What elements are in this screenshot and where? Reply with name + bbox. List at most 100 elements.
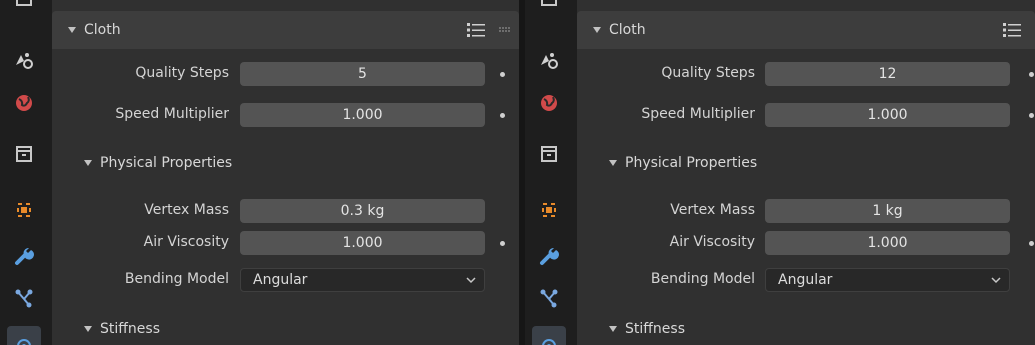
quality-steps-row: Quality Steps 5: [52, 62, 519, 86]
tab-world[interactable]: [7, 85, 41, 121]
subpanel-title: Stiffness: [625, 321, 685, 337]
scene-icon: [16, 53, 33, 69]
tab-collection[interactable]: [532, 136, 566, 172]
tab-particles[interactable]: [7, 280, 41, 316]
bending-model-dropdown[interactable]: Angular: [240, 268, 485, 292]
world-icon: [541, 95, 557, 111]
speed-multiplier-field[interactable]: 1.000: [240, 103, 485, 127]
tab-view-layer[interactable]: [7, 0, 41, 18]
panel-title: Cloth: [609, 22, 646, 38]
view-layer-icon: [16, 0, 32, 6]
vertex-mass-field[interactable]: 0.3 kg: [240, 199, 485, 223]
collapse-triangle-icon: [609, 160, 617, 166]
stiffness-header[interactable]: Stiffness: [52, 310, 519, 345]
keyframe-dot-icon[interactable]: [1029, 72, 1034, 77]
list-icon[interactable]: [1003, 22, 1021, 38]
bending-model-label: Bending Model: [650, 271, 755, 287]
stiffness-header[interactable]: Stiffness: [577, 310, 1035, 345]
object-icon: [542, 203, 556, 217]
quality-steps-label: Quality Steps: [135, 65, 229, 81]
bending-model-value: Angular: [253, 272, 308, 288]
object-icon: [17, 203, 31, 217]
collapse-triangle-icon: [609, 326, 617, 332]
physical-properties-header[interactable]: Physical Properties: [577, 144, 1035, 182]
keyframe-dot-icon[interactable]: [500, 72, 505, 77]
tab-view-layer[interactable]: [532, 0, 566, 18]
collapse-triangle-icon: [593, 27, 601, 33]
tab-scene[interactable]: [7, 42, 41, 78]
collection-icon: [16, 146, 32, 162]
chevron-down-icon: [466, 277, 476, 284]
properties-editor-left: Cloth Quality Steps 5 Speed Multiplier 1…: [0, 0, 519, 345]
world-icon: [16, 95, 32, 111]
physics-icon: [17, 339, 31, 345]
list-icon[interactable]: [467, 22, 485, 38]
subpanel-title: Physical Properties: [625, 155, 758, 171]
collapse-triangle-icon: [84, 160, 92, 166]
tab-object[interactable]: [7, 192, 41, 228]
speed-multiplier-field[interactable]: 1.000: [765, 103, 1010, 127]
quality-steps-field[interactable]: 5: [240, 62, 485, 86]
vertex-mass-field[interactable]: 1 kg: [765, 199, 1010, 223]
speed-multiplier-row: Speed Multiplier 1.000: [52, 103, 519, 127]
bending-model-row: Bending Model Angular: [577, 268, 1035, 292]
speed-multiplier-row: Speed Multiplier 1.000: [577, 103, 1035, 127]
keyframe-dot-icon[interactable]: [500, 113, 505, 118]
scene-icon: [541, 53, 558, 69]
air-viscosity-label: Air Viscosity: [143, 234, 229, 250]
vertex-mass-label: Vertex Mass: [144, 202, 229, 218]
keyframe-dot-icon[interactable]: [500, 241, 505, 246]
modifier-icon: [15, 247, 34, 265]
cloth-panel: Cloth Quality Steps 5 Speed Multiplier 1…: [52, 0, 519, 345]
panel-title: Cloth: [84, 22, 121, 38]
vertex-mass-row: Vertex Mass 0.3 kg: [52, 199, 519, 223]
properties-tab-column: [525, 0, 577, 345]
physics-icon: [542, 339, 556, 345]
speed-multiplier-label: Speed Multiplier: [115, 106, 229, 122]
chevron-down-icon: [991, 277, 1001, 284]
air-viscosity-label: Air Viscosity: [669, 234, 755, 250]
collection-icon: [541, 146, 557, 162]
tab-particles[interactable]: [532, 280, 566, 316]
subpanel-title: Stiffness: [100, 321, 160, 337]
cloth-panel-header[interactable]: Cloth: [52, 11, 519, 49]
quality-steps-label: Quality Steps: [661, 65, 755, 81]
cloth-panel: Cloth Quality Steps 12 Speed Multiplier …: [577, 0, 1035, 345]
modifier-icon: [540, 247, 559, 265]
properties-tab-column: [0, 0, 52, 345]
vertex-mass-label: Vertex Mass: [670, 202, 755, 218]
tab-collection[interactable]: [7, 136, 41, 172]
air-viscosity-row: Air Viscosity 1.000: [577, 231, 1035, 255]
collapse-triangle-icon: [68, 27, 76, 33]
tab-physics[interactable]: [7, 326, 41, 345]
air-viscosity-field[interactable]: 1.000: [240, 231, 485, 255]
cloth-panel-header[interactable]: Cloth: [577, 11, 1035, 49]
air-viscosity-field[interactable]: 1.000: [765, 231, 1010, 255]
subpanel-title: Physical Properties: [100, 155, 233, 171]
tab-world[interactable]: [532, 85, 566, 121]
particles-icon: [540, 289, 558, 308]
quality-steps-field[interactable]: 12: [765, 62, 1010, 86]
tab-modifiers[interactable]: [532, 238, 566, 274]
quality-steps-row: Quality Steps 12: [577, 62, 1035, 86]
keyframe-dot-icon[interactable]: [1029, 241, 1034, 246]
drag-handle-icon[interactable]: [499, 27, 511, 33]
bending-model-label: Bending Model: [124, 271, 229, 287]
air-viscosity-row: Air Viscosity 1.000: [52, 231, 519, 255]
collapse-triangle-icon: [84, 326, 92, 332]
view-layer-icon: [541, 0, 557, 6]
tab-scene[interactable]: [532, 42, 566, 78]
vertex-mass-row: Vertex Mass 1 kg: [577, 199, 1035, 223]
bending-model-row: Bending Model Angular: [52, 268, 519, 292]
tab-modifiers[interactable]: [7, 238, 41, 274]
properties-editor-right: Cloth Quality Steps 12 Speed Multiplier …: [525, 0, 1035, 345]
bending-model-value: Angular: [778, 272, 833, 288]
tab-object[interactable]: [532, 192, 566, 228]
speed-multiplier-label: Speed Multiplier: [641, 106, 755, 122]
bending-model-dropdown[interactable]: Angular: [765, 268, 1010, 292]
tab-physics[interactable]: [532, 326, 566, 345]
keyframe-dot-icon[interactable]: [1029, 113, 1034, 118]
properties-editors: Cloth Quality Steps 5 Speed Multiplier 1…: [0, 0, 1035, 345]
particles-icon: [15, 289, 33, 308]
physical-properties-header[interactable]: Physical Properties: [52, 144, 519, 182]
